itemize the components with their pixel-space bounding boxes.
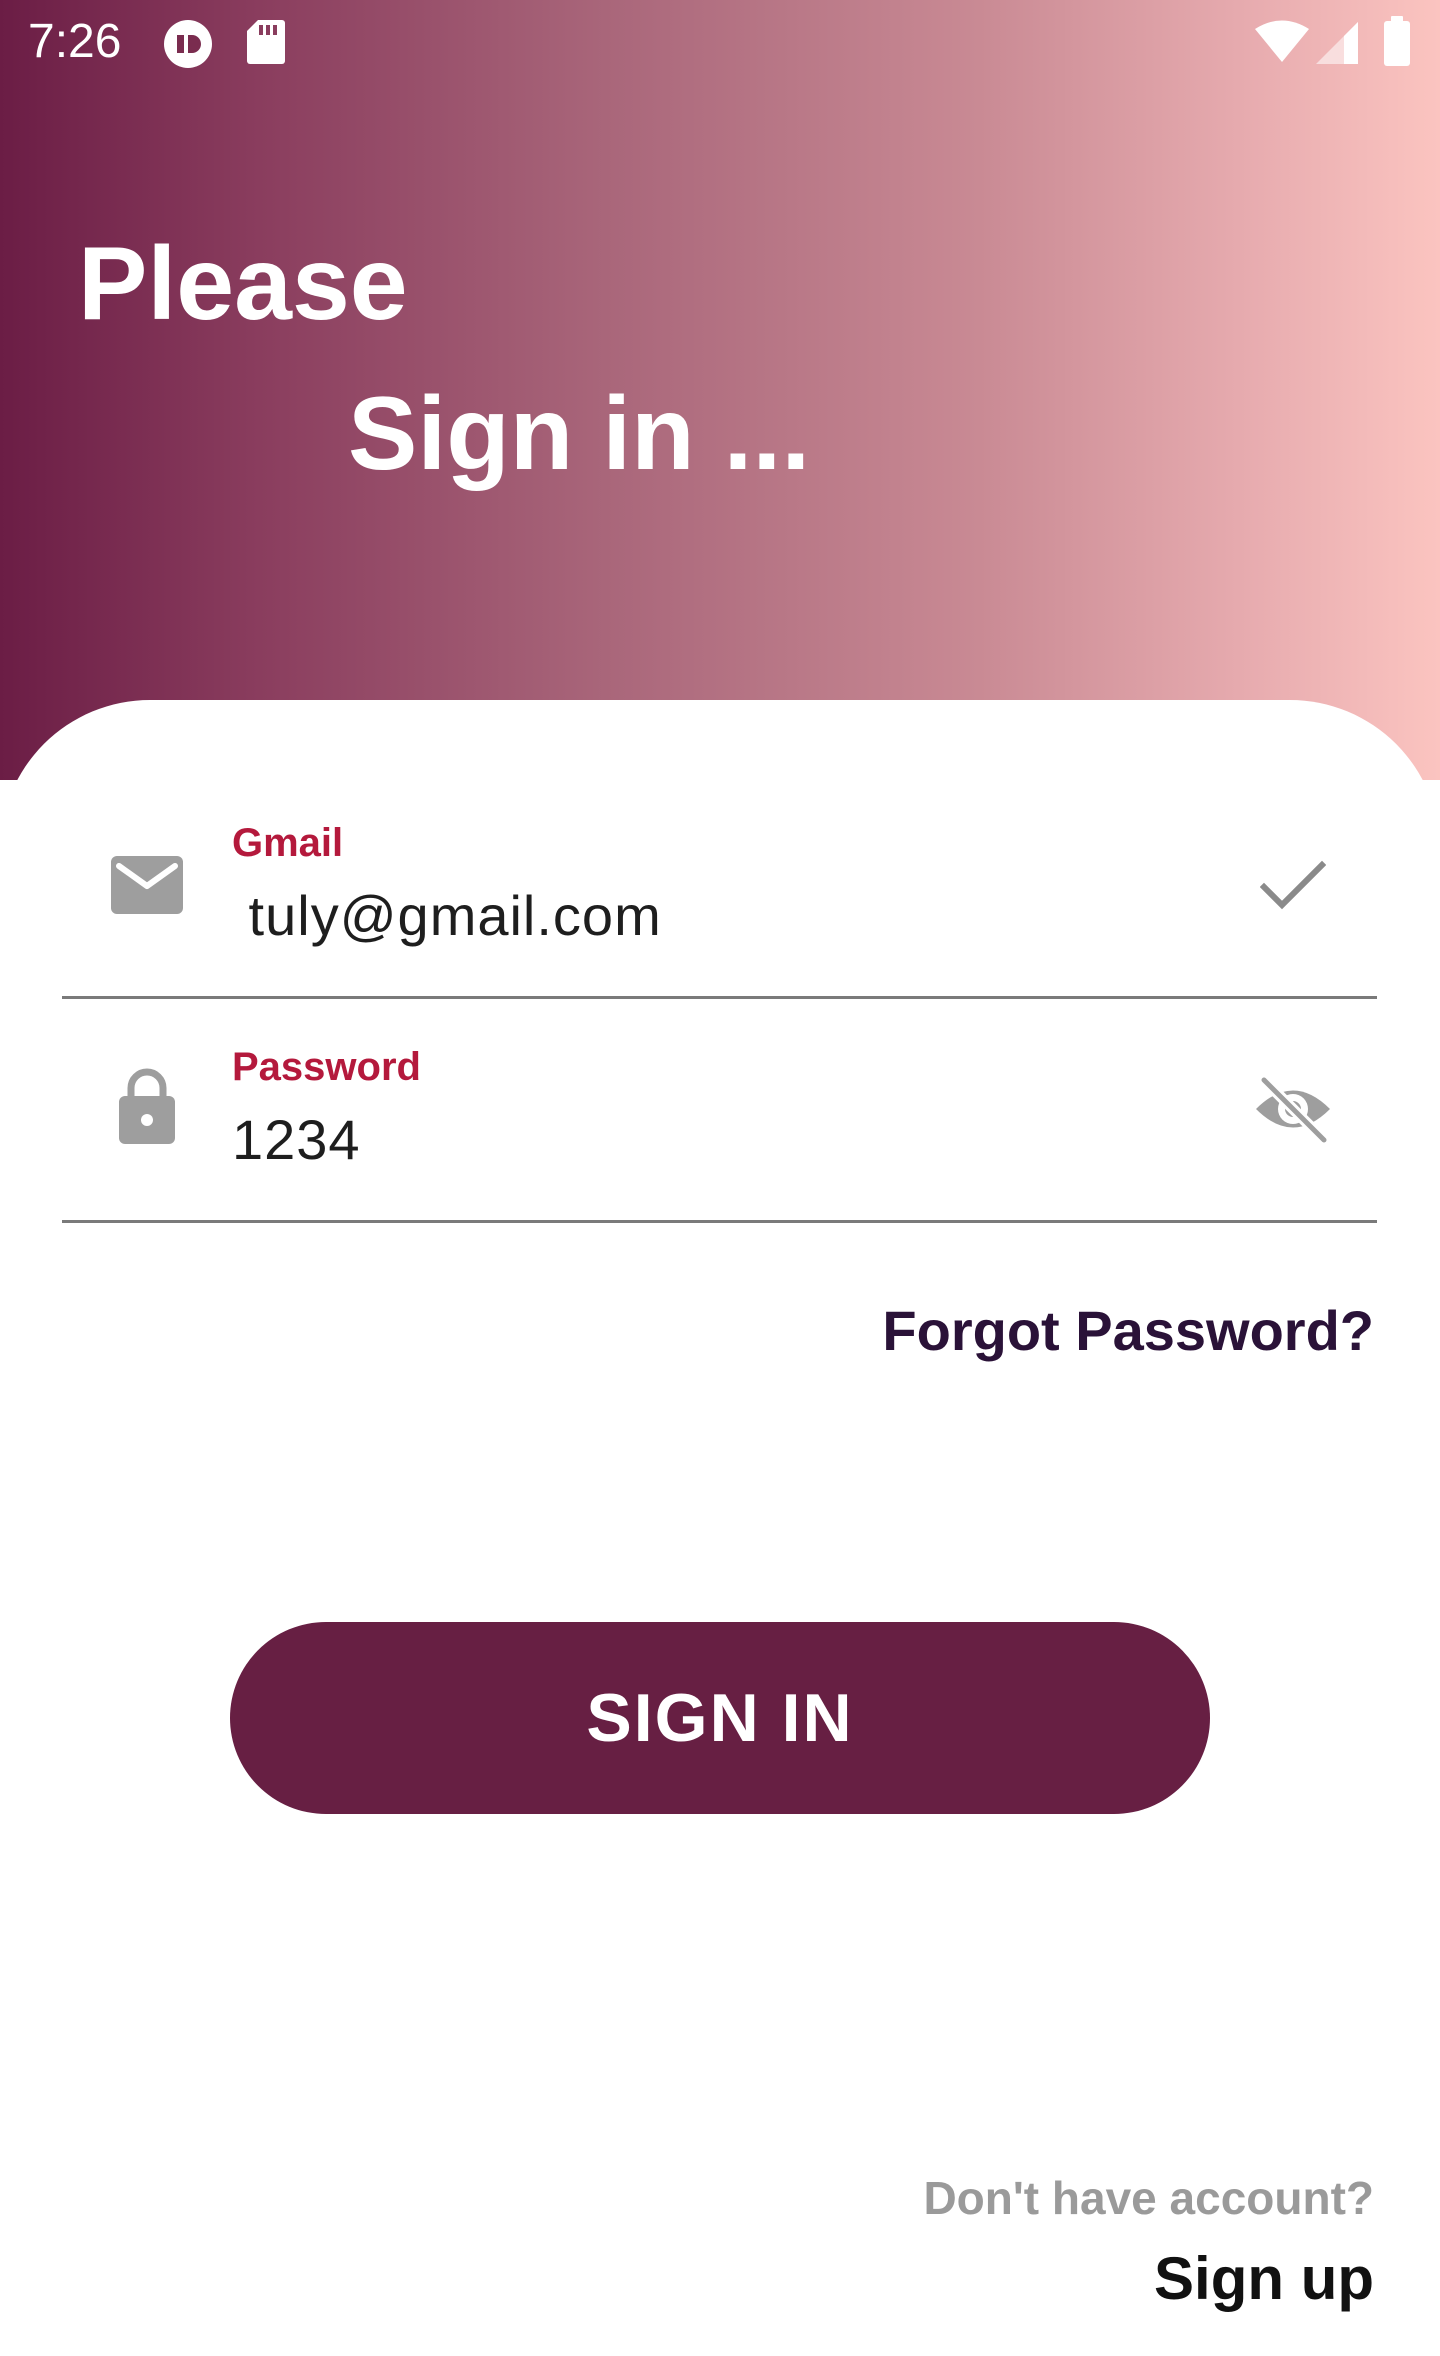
password-field[interactable]: Password 1234 [62, 999, 1377, 1223]
status-bar: 7:26 [0, 0, 1440, 84]
battery-icon [1384, 16, 1410, 66]
email-label: Gmail [232, 821, 344, 865]
cell-signal-icon [1316, 22, 1358, 64]
sign-in-screen: 7:26 Please Sign in ... Gmail tuly@gmail… [0, 0, 1440, 2356]
no-account-text: Don't have account? [923, 2172, 1374, 2224]
sign-up-link[interactable]: Sign up [1154, 2244, 1374, 2314]
visibility-off-icon[interactable] [1252, 1074, 1334, 1144]
sd-card-icon [247, 20, 285, 64]
email-field[interactable]: Gmail tuly@gmail.com [62, 775, 1377, 999]
sign-in-button[interactable]: SIGN IN [230, 1622, 1210, 1814]
password-input[interactable]: 1234 [232, 1107, 361, 1173]
wifi-icon [1255, 20, 1309, 62]
password-underline [62, 1220, 1377, 1223]
password-label: Password [232, 1045, 421, 1089]
check-icon [1260, 860, 1326, 910]
lock-icon [119, 1068, 175, 1144]
mail-icon [111, 856, 183, 914]
status-time: 7:26 [28, 15, 122, 68]
forgot-password-link[interactable]: Forgot Password? [882, 1298, 1374, 1364]
notification-app-icon [164, 20, 212, 68]
page-title-line1: Please [78, 226, 408, 342]
email-input[interactable]: tuly@gmail.com [232, 883, 662, 949]
page-title-line2: Sign in ... [348, 376, 811, 492]
